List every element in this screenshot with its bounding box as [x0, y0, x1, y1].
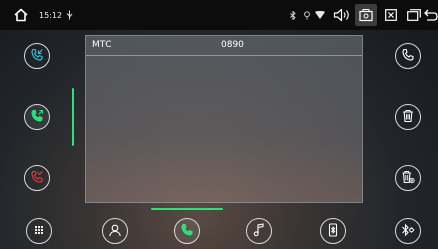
call-log-list: МТС 0890	[85, 35, 363, 203]
screenshot-icon[interactable]	[355, 4, 377, 26]
delete-all-icon	[401, 169, 415, 188]
outgoing-call-icon	[30, 108, 44, 127]
recent-apps-icon[interactable]	[405, 0, 423, 30]
location-icon	[302, 0, 312, 30]
close-window-icon[interactable]	[382, 0, 400, 30]
back-icon[interactable]	[424, 0, 438, 30]
missed-call-icon	[30, 169, 44, 188]
volume-icon[interactable]	[332, 0, 352, 30]
tab-bluetooth-device[interactable]	[320, 218, 346, 244]
home-icon[interactable]	[10, 0, 32, 30]
incoming-calls-filter-button[interactable]	[24, 43, 50, 69]
tab-contacts[interactable]	[102, 218, 128, 244]
usb-icon	[64, 0, 74, 30]
call-log-icon	[180, 222, 194, 241]
tab-dialpad[interactable]	[26, 218, 52, 244]
call-log-contact-name: МТС	[92, 40, 112, 50]
music-icon	[252, 222, 266, 241]
call-button[interactable]	[395, 43, 421, 69]
sidebar-selection-indicator	[72, 88, 74, 146]
incoming-call-icon	[30, 47, 44, 66]
tab-music[interactable]	[246, 218, 272, 244]
bottom-tab-indicator	[151, 208, 223, 210]
wifi-icon	[314, 0, 326, 30]
outgoing-calls-filter-button[interactable]	[24, 104, 50, 130]
dialpad-icon	[32, 222, 46, 241]
delete-button[interactable]	[395, 104, 421, 130]
delete-icon	[401, 108, 415, 127]
delete-all-button[interactable]	[395, 165, 421, 191]
contacts-icon	[108, 222, 122, 241]
list-item[interactable]: МТС 0890	[86, 36, 362, 56]
bluetooth-settings-icon	[401, 222, 415, 241]
tab-bluetooth-settings[interactable]	[395, 218, 421, 244]
bluetooth-icon	[288, 0, 298, 30]
status-bar: 15:12	[0, 0, 438, 30]
bluetooth-device-icon	[326, 222, 340, 241]
missed-calls-filter-button[interactable]	[24, 165, 50, 191]
tab-call-log[interactable]	[174, 218, 200, 244]
call-icon	[401, 47, 415, 66]
status-time: 15:12	[39, 10, 63, 20]
call-log-number: 0890	[221, 40, 244, 50]
